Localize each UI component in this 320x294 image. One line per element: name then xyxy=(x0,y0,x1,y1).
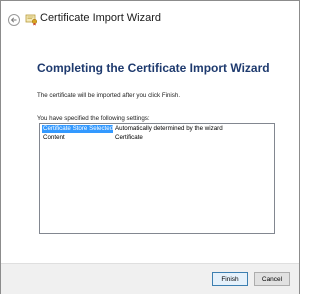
certificate-icon xyxy=(25,14,38,26)
back-button[interactable] xyxy=(8,14,20,26)
settings-row[interactable]: Content Certificate xyxy=(42,134,143,142)
page-heading: Completing the Certificate Import Wizard xyxy=(37,61,270,75)
settings-row[interactable]: Certificate Store Selected Automatically… xyxy=(42,125,223,133)
setting-value: Automatically determined by the wizard xyxy=(115,125,223,132)
finish-button[interactable]: Finish xyxy=(212,272,248,286)
setting-value: Certificate xyxy=(115,134,143,141)
settings-label: You have specified the following setting… xyxy=(37,115,150,122)
setting-name: Content xyxy=(43,134,65,141)
setting-name: Certificate Store Selected xyxy=(42,125,114,133)
back-arrow-icon xyxy=(10,17,17,23)
cancel-button[interactable]: Cancel xyxy=(254,272,290,286)
wizard-window: Certificate Import Wizard Completing the… xyxy=(0,0,300,294)
page-description: The certificate will be imported after y… xyxy=(37,92,181,99)
window-title: Certificate Import Wizard xyxy=(40,12,162,24)
title-bar: Certificate Import Wizard xyxy=(1,1,299,31)
settings-list[interactable]: Certificate Store Selected Automatically… xyxy=(39,123,275,234)
button-bar: Finish Cancel xyxy=(1,263,299,294)
